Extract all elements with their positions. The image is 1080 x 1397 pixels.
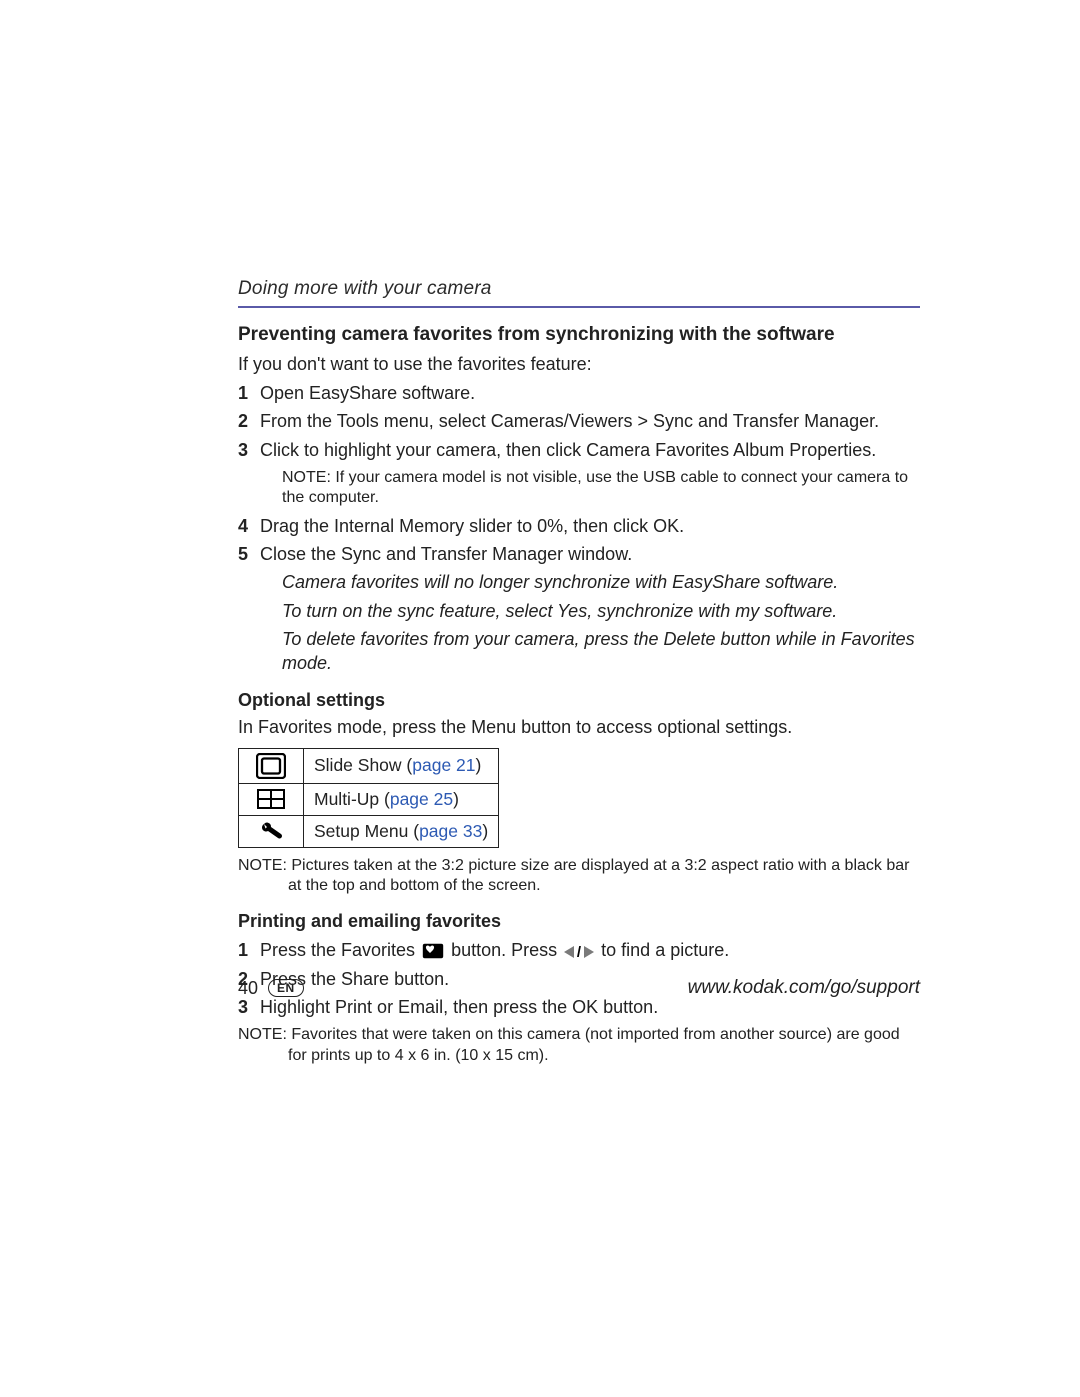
note-usb: NOTE: If your camera model is not visibl…: [282, 468, 920, 508]
print-step-1b: button. Press: [451, 940, 562, 960]
setup-close: ): [482, 821, 488, 841]
steps-preventing: Open EasyShare software. From the Tools …: [238, 381, 920, 676]
print-step-1a: Press the Favorites: [260, 940, 420, 960]
heading-printing-emailing: Printing and emailing favorites: [238, 911, 920, 932]
step-3-text: Click to highlight your camera, then cli…: [260, 440, 876, 460]
step-5-text: Close the Sync and Transfer Manager wind…: [260, 544, 632, 564]
support-url[interactable]: www.kodak.com/go/support: [688, 977, 920, 999]
running-head: Doing more with your camera: [238, 278, 920, 308]
note-text: Favorites that were taken on this camera…: [288, 1026, 900, 1064]
slideshow-label-cell: Slide Show (page 21): [304, 748, 499, 783]
multiup-icon: [245, 789, 297, 809]
print-step-1c: to find a picture.: [601, 940, 729, 960]
heading-optional-settings: Optional settings: [238, 690, 920, 711]
multiup-link[interactable]: page 25: [390, 789, 453, 809]
heading-preventing-sync: Preventing camera favorites from synchro…: [238, 324, 920, 346]
slideshow-icon-cell: [239, 748, 304, 783]
svg-text:/: /: [577, 945, 582, 959]
page: Doing more with your camera Preventing c…: [0, 0, 1080, 1397]
multiup-label: Multi-Up (: [314, 789, 390, 809]
table-row: Multi-Up (page 25): [239, 783, 499, 815]
note-label: NOTE:: [238, 857, 287, 874]
table-row: Slide Show (page 21): [239, 748, 499, 783]
multiup-close: ): [453, 789, 459, 809]
slideshow-label: Slide Show (: [314, 755, 412, 775]
table-row: Setup Menu (page 33): [239, 815, 499, 847]
step-4: Drag the Internal Memory slider to 0%, t…: [238, 514, 920, 538]
print-step-1: Press the Favorites button. Press / to f…: [238, 938, 920, 962]
intro-text: If you don't want to use the favorites f…: [238, 354, 920, 375]
page-footer: 40 EN www.kodak.com/go/support: [238, 977, 920, 999]
left-right-arrows-icon: /: [564, 940, 599, 960]
step-2: From the Tools menu, select Cameras/View…: [238, 409, 920, 433]
note-text: Pictures taken at the 3:2 picture size a…: [288, 857, 909, 895]
setup-label: Setup Menu (: [314, 821, 419, 841]
result-line-3: To delete favorites from your camera, pr…: [282, 627, 920, 676]
options-table: Slide Show (page 21) Multi-Up (page 25): [238, 748, 499, 848]
multiup-label-cell: Multi-Up (page 25): [304, 783, 499, 815]
slideshow-icon: [245, 753, 297, 779]
slideshow-link[interactable]: page 21: [412, 755, 475, 775]
result-line-2: To turn on the sync feature, select Yes,…: [282, 599, 920, 623]
wrench-icon: [245, 820, 297, 842]
setup-link[interactable]: page 33: [419, 821, 482, 841]
setup-label-cell: Setup Menu (page 33): [304, 815, 499, 847]
multiup-icon-cell: [239, 783, 304, 815]
favorites-icon: [422, 940, 449, 960]
page-number: 40: [238, 978, 258, 999]
footer-left: 40 EN: [238, 978, 304, 999]
result-line-1: Camera favorites will no longer synchron…: [282, 570, 920, 594]
step-5: Close the Sync and Transfer Manager wind…: [238, 542, 920, 675]
setup-icon-cell: [239, 815, 304, 847]
step-1: Open EasyShare software.: [238, 381, 920, 405]
note-label: NOTE:: [238, 1026, 287, 1043]
language-badge: EN: [268, 979, 304, 997]
note-3-2-ratio: NOTE: Pictures taken at the 3:2 picture …: [238, 856, 920, 898]
step-3: Click to highlight your camera, then cli…: [238, 438, 920, 508]
slideshow-close: ): [476, 755, 482, 775]
optional-intro: In Favorites mode, press the Menu button…: [238, 717, 920, 738]
note-text: If your camera model is not visible, use…: [282, 469, 908, 506]
note-label: NOTE:: [282, 469, 331, 486]
note-print-size: NOTE: Favorites that were taken on this …: [238, 1025, 920, 1067]
